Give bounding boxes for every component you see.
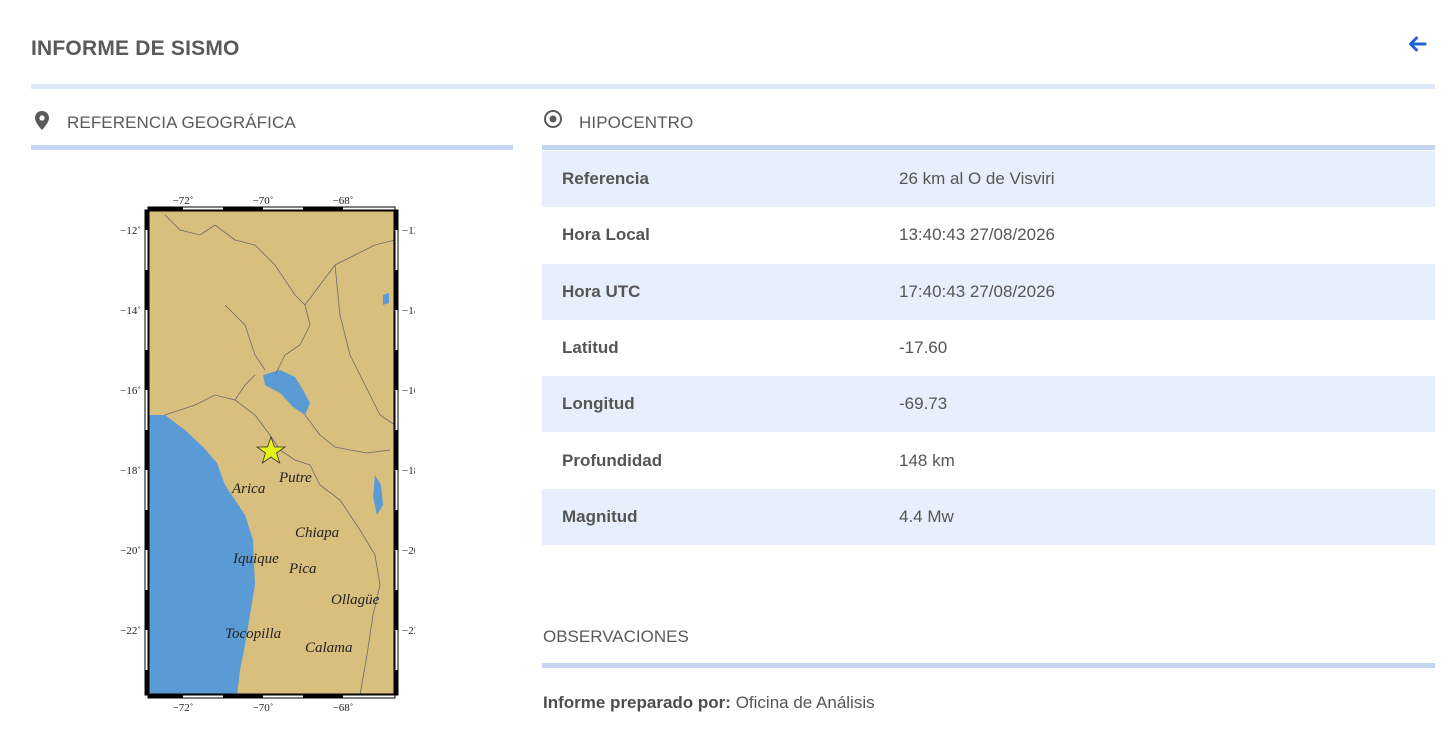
table-row: Magnitud 4.4 Mw	[542, 488, 1435, 546]
place-label: Iquique	[232, 551, 279, 567]
prepared-by-label: Informe preparado por:	[543, 693, 731, 712]
lon-tick-bottom: −72˚	[173, 702, 194, 714]
place-label: Ollagüe	[331, 592, 380, 608]
row-key: Referencia	[562, 169, 649, 189]
map-pin-icon	[33, 110, 51, 137]
lat-tick-left: −20˚	[120, 545, 141, 557]
place-label: Pica	[288, 561, 317, 577]
table-row: Latitud -17.60	[542, 320, 1435, 376]
lat-tick-right: −18˚	[402, 465, 415, 477]
prepared-by: Informe preparado por: Oficina de Anális…	[543, 693, 875, 713]
row-key: Hora UTC	[562, 281, 641, 301]
lat-tick-left: −22˚	[120, 625, 141, 637]
observations-title: OBSERVACIONES	[543, 627, 689, 646]
page-header: INFORME DE SISMO	[31, 0, 1435, 89]
lat-tick-left: −12˚	[120, 225, 141, 237]
lon-tick-top: −70˚	[253, 195, 274, 207]
geo-reference-title: REFERENCIA GEOGRÁFICA	[67, 113, 296, 132]
lat-tick-left: −16˚	[120, 385, 141, 397]
lon-tick-top: −68˚	[333, 195, 354, 207]
place-label: Chiapa	[295, 525, 339, 541]
observations-heading: OBSERVACIONES	[542, 622, 1435, 668]
place-label: Calama	[305, 640, 353, 656]
lon-tick-top: −72˚	[173, 195, 194, 207]
prepared-by-value: Oficina de Análisis	[735, 693, 875, 712]
lat-tick-left: −14˚	[120, 305, 141, 317]
epicenter-map: −72˚ −70˚ −68˚ −72˚ −70˚ −68˚ −12˚ −14˚ …	[105, 185, 423, 715]
place-label: Arica	[231, 481, 265, 497]
hypocenter-title: HIPOCENTRO	[579, 113, 694, 132]
lon-tick-bottom: −68˚	[333, 702, 354, 714]
table-row: Referencia 26 km al O de Visviri	[542, 151, 1435, 208]
lat-tick-left: −18˚	[120, 465, 141, 477]
table-row: Hora UTC 17:40:43 27/08/2026	[542, 263, 1435, 320]
hypocenter-table: Referencia 26 km al O de Visviri Hora Lo…	[542, 151, 1435, 546]
place-label: Tocopilla	[225, 626, 281, 642]
hypocenter-heading: HIPOCENTRO	[542, 104, 1435, 150]
page-title: INFORME DE SISMO	[31, 37, 240, 60]
row-key: Longitud	[562, 394, 635, 414]
row-key: Profundidad	[562, 450, 663, 470]
place-label: Putre	[278, 470, 312, 486]
row-value: 148 km	[899, 450, 955, 470]
lon-tick-bottom: −70˚	[253, 702, 274, 714]
row-key: Hora Local	[562, 225, 650, 245]
row-key: Magnitud	[562, 506, 638, 526]
row-value: -69.73	[899, 394, 948, 414]
table-row: Hora Local 13:40:43 27/08/2026	[542, 207, 1435, 263]
arrow-left-icon	[1409, 36, 1427, 52]
geo-reference-heading: REFERENCIA GEOGRÁFICA	[31, 104, 513, 150]
lat-tick-right: −16˚	[402, 385, 415, 397]
lat-tick-right: −22˚	[402, 625, 415, 637]
lat-tick-right: −14˚	[402, 305, 415, 317]
row-value: -17.60	[899, 338, 948, 358]
target-icon	[542, 108, 564, 135]
lat-tick-right: −12˚	[402, 225, 415, 237]
row-value: 4.4 Mw	[899, 506, 954, 526]
row-value: 13:40:43 27/08/2026	[899, 225, 1055, 245]
row-key: Latitud	[562, 338, 619, 358]
table-row: Longitud -69.73	[542, 376, 1435, 433]
row-value: 26 km al O de Visviri	[899, 169, 1055, 189]
row-value: 17:40:43 27/08/2026	[899, 281, 1055, 301]
back-button[interactable]	[1405, 32, 1429, 56]
table-row: Profundidad 148 km	[542, 432, 1435, 488]
lat-tick-right: −20˚	[402, 545, 415, 557]
